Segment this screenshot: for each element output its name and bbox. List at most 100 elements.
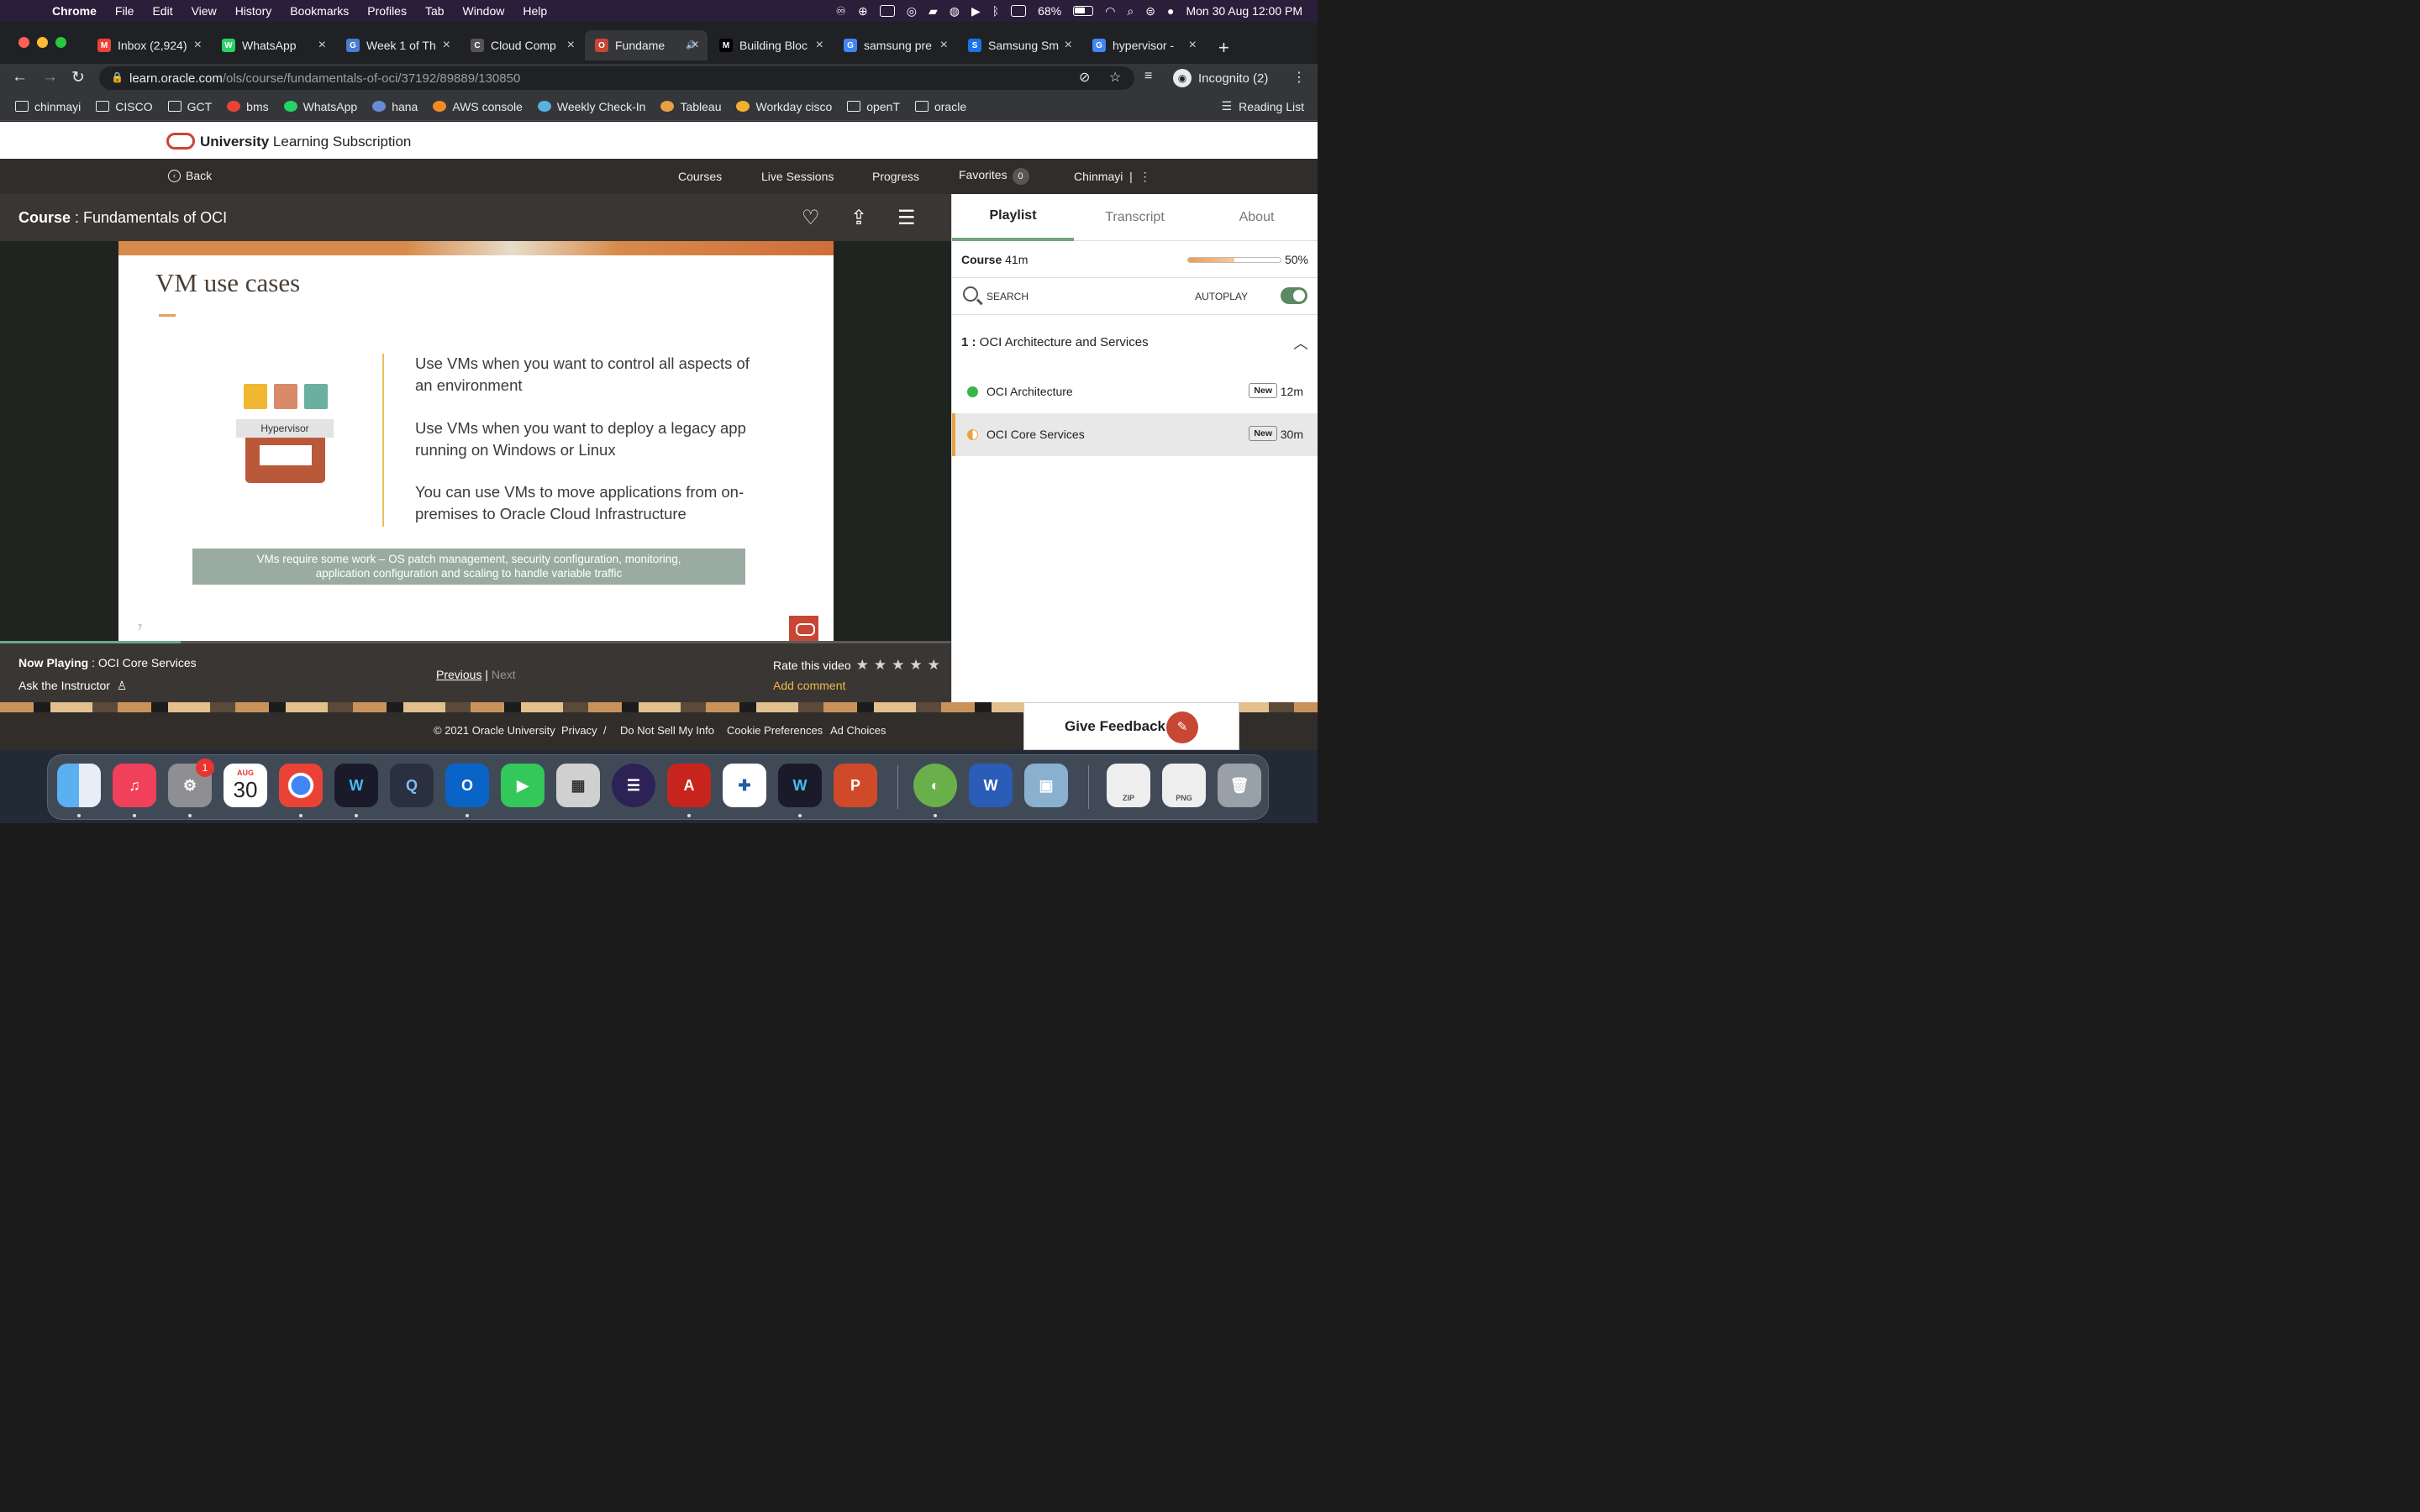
browser-tab[interactable]: O Fundame 🔊 ×: [585, 30, 708, 60]
close-tab-icon[interactable]: ×: [1189, 38, 1197, 53]
eclipse-icon[interactable]: ☰: [612, 764, 655, 807]
bookmark-gct[interactable]: GCT: [167, 100, 212, 113]
address-bar[interactable]: 🔒 learn.oracle.com/ols/course/fundamenta…: [99, 66, 1134, 90]
search-icon[interactable]: [963, 286, 978, 302]
forward-arrow-icon[interactable]: →: [42, 68, 58, 87]
browser-tab[interactable]: C Cloud Comp ×: [460, 30, 583, 60]
menu-edit[interactable]: Edit: [152, 4, 172, 18]
trash-icon[interactable]: 🗑: [1218, 764, 1261, 807]
footer-ad-choices-link[interactable]: Ad Choices: [830, 724, 886, 737]
wifi-icon[interactable]: ◠: [1105, 4, 1115, 18]
tableau-icon[interactable]: ✚: [723, 764, 766, 807]
menu-bookmarks[interactable]: Bookmarks: [290, 4, 349, 18]
star-icon[interactable]: ★: [892, 657, 904, 674]
give-feedback-button[interactable]: Give Feedback ✎: [1023, 702, 1239, 750]
status-cast-icon[interactable]: [879, 5, 895, 17]
footer-privacy-link[interactable]: Privacy: [561, 724, 597, 737]
incognito-profile-button[interactable]: ◉ Incognito (2): [1173, 67, 1268, 89]
preview-icon[interactable]: ▣: [1024, 764, 1068, 807]
star-icon[interactable]: ★: [874, 657, 886, 674]
quicktime-icon[interactable]: Q: [390, 764, 434, 807]
png-file-icon[interactable]: PNG: [1162, 764, 1206, 807]
next-link[interactable]: Next: [492, 668, 516, 681]
facetime-icon[interactable]: ▶: [501, 764, 544, 807]
menu-profiles[interactable]: Profiles: [367, 4, 407, 18]
browser-tab[interactable]: G Week 1 of Th ×: [336, 30, 459, 60]
webex-icon[interactable]: W: [334, 764, 378, 807]
footer-cookie-preferences-link[interactable]: Cookie Preferences: [727, 724, 823, 737]
status-search-tool-icon[interactable]: ◎: [907, 4, 917, 18]
search-label[interactable]: SEARCH: [986, 291, 1028, 302]
acrobat-icon[interactable]: A: [667, 764, 711, 807]
browser-tab[interactable]: M Inbox (2,924) ×: [87, 30, 210, 60]
nav-favorites[interactable]: Favorites 0: [959, 168, 1029, 185]
ask-instructor-link[interactable]: Ask the Instructor ♙: [18, 679, 127, 693]
bookmark-bms[interactable]: bms: [227, 100, 269, 113]
close-window-button[interactable]: [18, 37, 29, 48]
outlook-icon[interactable]: O: [445, 764, 489, 807]
bookmark-oracle[interactable]: oracle: [914, 100, 966, 113]
close-tab-icon[interactable]: ×: [443, 38, 450, 53]
close-tab-icon[interactable]: ×: [567, 38, 575, 53]
bookmark-hana[interactable]: hana: [372, 100, 418, 113]
close-tab-icon[interactable]: ×: [940, 38, 948, 53]
autoplay-toggle[interactable]: [1281, 287, 1307, 304]
status-vpn-icon[interactable]: ⊕: [858, 4, 868, 18]
tab-playlist[interactable]: Playlist: [952, 194, 1074, 241]
close-tab-icon[interactable]: ×: [692, 38, 699, 53]
bookmark-whatsapp[interactable]: WhatsApp: [283, 100, 357, 113]
nav-courses[interactable]: Courses: [678, 170, 722, 183]
status-keyboard-icon[interactable]: [1011, 5, 1027, 17]
status-folder-icon[interactable]: ▰: [929, 4, 938, 18]
browser-tab[interactable]: M Building Bloc ×: [709, 30, 832, 60]
status-play-icon[interactable]: ▶: [971, 4, 981, 18]
video-player[interactable]: VM use cases Hypervisor Use VMs when you…: [0, 241, 951, 643]
powerpoint-icon[interactable]: P: [834, 764, 877, 807]
star-icon[interactable]: ★: [856, 657, 869, 674]
site-brand[interactable]: University Learning Subscription: [200, 134, 411, 150]
siri-icon[interactable]: ●: [1167, 4, 1174, 18]
kebab-menu-icon[interactable]: ⋮: [1139, 170, 1151, 183]
previous-link[interactable]: Previous: [436, 668, 481, 681]
new-tab-plus-icon[interactable]: +: [1218, 37, 1229, 59]
reload-icon[interactable]: ↻: [71, 68, 85, 87]
menu-app-name[interactable]: Chrome: [52, 4, 97, 18]
star-icon[interactable]: ★: [928, 657, 940, 674]
minimize-window-button[interactable]: [37, 37, 48, 48]
browser-tab[interactable]: W WhatsApp ×: [212, 30, 334, 60]
nav-live-sessions[interactable]: Live Sessions: [761, 170, 834, 183]
reading-list-button[interactable]: ☰ Reading List: [1222, 99, 1304, 113]
tracking-protection-icon[interactable]: ⊘: [1079, 69, 1090, 86]
playlist-menu-icon[interactable]: ☰: [897, 206, 916, 230]
menu-history[interactable]: History: [235, 4, 272, 18]
browser-tab[interactable]: Gsamsung pre ×: [834, 30, 956, 60]
close-tab-icon[interactable]: ×: [1065, 38, 1072, 53]
close-tab-icon[interactable]: ×: [816, 38, 823, 53]
word-icon[interactable]: W: [969, 764, 1013, 807]
star-icon[interactable]: ★: [909, 657, 922, 674]
webex-meetings-icon[interactable]: W: [778, 764, 822, 807]
chrome-icon[interactable]: [279, 764, 323, 807]
bookmark-cisco[interactable]: CISCO: [96, 100, 153, 113]
oracle-logo-icon[interactable]: [166, 133, 195, 150]
menu-view[interactable]: View: [192, 4, 217, 18]
bluetooth-icon[interactable]: ᛒ: [992, 4, 999, 18]
close-tab-icon[interactable]: ×: [194, 38, 202, 53]
zoom-window-button[interactable]: [55, 37, 66, 48]
music-icon[interactable]: ♫: [113, 764, 156, 807]
back-link[interactable]: ‹ Back: [168, 169, 212, 182]
browser-tab[interactable]: Ghypervisor - ×: [1082, 30, 1205, 60]
share-icon[interactable]: ⇪: [850, 206, 867, 230]
playlist-lesson[interactable]: OCI Architecture New 12m: [952, 370, 1318, 413]
menu-help[interactable]: Help: [523, 4, 547, 18]
back-arrow-icon[interactable]: ←: [12, 68, 28, 87]
playlist-lesson-active[interactable]: OCI Core Services New 30m: [952, 413, 1318, 456]
battery-icon[interactable]: [1073, 6, 1094, 16]
zip-file-icon[interactable]: ZIP: [1107, 764, 1150, 807]
bookmark-tableau[interactable]: Tableau: [660, 100, 721, 113]
finder-icon[interactable]: [57, 764, 101, 807]
chevron-up-icon[interactable]: ︿: [1293, 332, 1308, 354]
tab-about[interactable]: About: [1196, 194, 1318, 241]
menu-file[interactable]: File: [115, 4, 134, 18]
user-menu[interactable]: Chinmayi | ⋮: [1074, 170, 1151, 184]
